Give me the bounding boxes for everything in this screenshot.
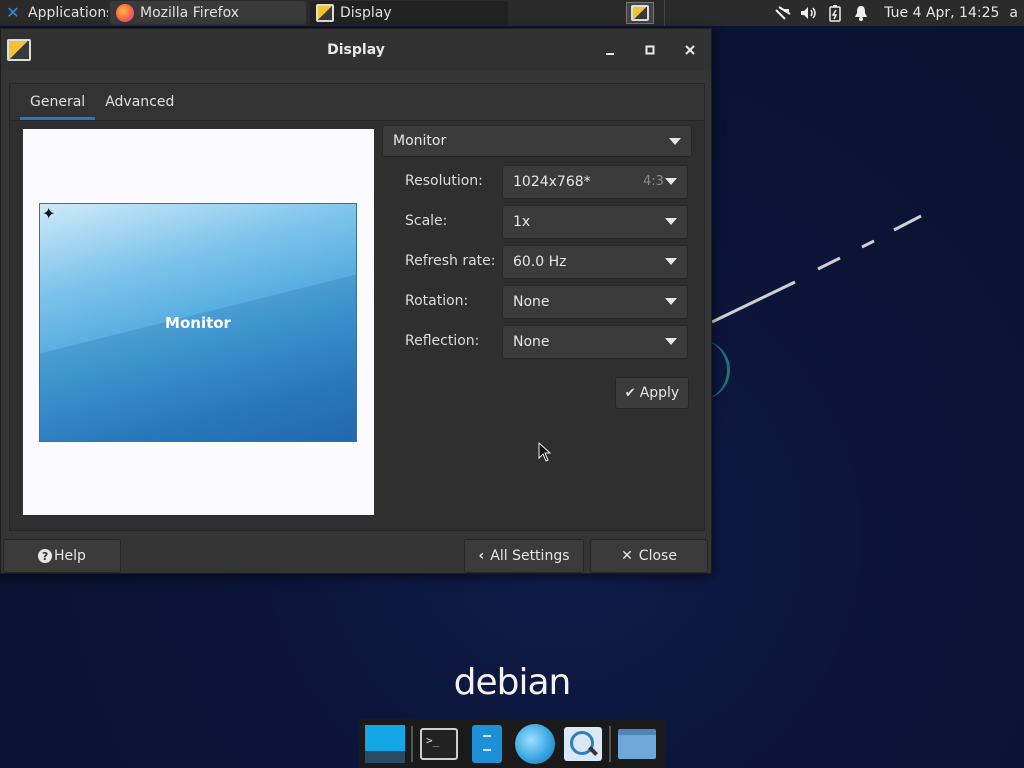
aspect-ratio-hint: 4:3 [643, 174, 664, 189]
tab-general[interactable]: General [20, 86, 96, 120]
chevron-down-icon [665, 338, 677, 345]
dock-terminal[interactable]: >_ [416, 721, 462, 767]
chevron-down-icon [669, 138, 681, 145]
workspace-switcher[interactable] [626, 2, 654, 24]
maximize-icon [645, 45, 655, 55]
close-icon [685, 45, 695, 55]
resolution-row: Resolution: 1024x768* 4:3 [405, 165, 695, 199]
close-button[interactable]: ✕ Close [590, 539, 708, 573]
dock-show-desktop[interactable] [362, 721, 408, 767]
taskbar-item-label: Display [340, 5, 392, 21]
rotation-dropdown[interactable]: None [502, 285, 688, 319]
settings-notebook: General Advanced ✦ Monitor Monitor Resol… [9, 83, 705, 531]
all-settings-button-label: All Settings [490, 548, 570, 564]
close-button-label: Close [638, 548, 677, 564]
debian-logo: debian [453, 662, 572, 703]
display-settings-icon [316, 4, 334, 22]
network-icon[interactable] [772, 0, 794, 26]
monitor-select[interactable]: Monitor [382, 125, 692, 157]
maximize-button[interactable] [638, 39, 662, 61]
chevron-down-icon [665, 298, 677, 305]
help-button[interactable]: ? Help [3, 539, 121, 573]
dock-web-browser[interactable] [512, 721, 558, 767]
monitor-select-value: Monitor [393, 133, 447, 149]
dock-separator [609, 725, 611, 762]
checkmark-icon: ✔ [624, 385, 636, 401]
chevron-down-icon [665, 258, 677, 265]
panel-clock[interactable]: Tue 4 Apr, 14:25 [884, 5, 999, 21]
monitor-preview-label: Monitor [165, 314, 231, 332]
resolution-label: Resolution: [405, 173, 483, 189]
apply-button[interactable]: ✔ Apply [615, 377, 689, 409]
all-settings-button[interactable]: ‹ All Settings [464, 539, 584, 573]
rotation-label: Rotation: [405, 293, 469, 309]
window-titlebar[interactable]: Display [1, 29, 711, 71]
battery-icon[interactable] [824, 0, 846, 26]
taskbar-item-display[interactable]: Display [310, 1, 508, 25]
rotation-row: Rotation: None [405, 285, 695, 319]
chevron-down-icon [665, 178, 677, 185]
chevron-left-icon: ‹ [478, 548, 485, 564]
primary-display-star-icon: ✦ [42, 204, 56, 223]
refresh-rate-row: Refresh rate: 60.0 Hz [405, 245, 695, 279]
display-settings-window: Display General Advanced ✦ Monitor Monit… [0, 28, 712, 574]
scale-row: Scale: 1x [405, 205, 695, 239]
xfce-logo-icon: ✕ [6, 3, 20, 22]
dock-panel: >_ [359, 719, 665, 768]
panel-separator [664, 0, 665, 26]
help-icon: ? [38, 549, 53, 563]
taskbar-item-label: Mozilla Firefox [140, 5, 240, 21]
general-tab-panel: ✦ Monitor Monitor Resolution: 1024x768* … [10, 120, 704, 530]
resolution-dropdown[interactable]: 1024x768* 4:3 [502, 165, 688, 199]
mouse-pointer-icon [538, 442, 552, 462]
close-icon: ✕ [621, 548, 633, 564]
reflection-dropdown[interactable]: None [502, 325, 688, 359]
reflection-row: Reflection: None [405, 325, 695, 359]
dock-home-folder[interactable] [614, 721, 660, 767]
apply-button-label: Apply [639, 385, 680, 401]
chevron-down-icon [665, 218, 677, 225]
applications-menu-label: Applications [28, 5, 108, 21]
tab-advanced[interactable]: Advanced [95, 86, 184, 120]
user-menu[interactable]: a [1009, 5, 1018, 21]
volume-icon[interactable] [798, 0, 820, 26]
refresh-rate-label: Refresh rate: [405, 253, 496, 269]
firefox-icon [116, 4, 134, 22]
refresh-rate-dropdown[interactable]: 60.0 Hz [502, 245, 688, 279]
resolution-value: 1024x768* [513, 174, 591, 190]
system-tray: Tue 4 Apr, 14:25 a [770, 0, 1024, 26]
minimize-icon [606, 53, 614, 55]
notification-bell-icon[interactable] [850, 0, 872, 26]
dock-file-manager[interactable] [464, 721, 510, 767]
web-browser-globe-icon [515, 723, 555, 764]
window-close-button[interactable] [678, 39, 702, 61]
help-button-label: Help [54, 548, 86, 564]
taskbar-item-firefox[interactable]: Mozilla Firefox [110, 1, 306, 25]
search-icon [564, 726, 602, 761]
folder-icon [618, 728, 656, 759]
reflection-label: Reflection: [405, 333, 480, 349]
file-cabinet-icon [472, 724, 502, 763]
scale-label: Scale: [405, 213, 448, 229]
display-settings-icon [631, 5, 649, 21]
top-panel: ✕ Applications Mozilla Firefox Display T… [0, 0, 1024, 26]
scale-value: 1x [513, 214, 531, 230]
tab-bar: General Advanced [10, 84, 704, 120]
dock-separator [411, 725, 413, 762]
monitor-layout-preview: ✦ Monitor [23, 129, 374, 515]
reflection-value: None [513, 334, 550, 350]
refresh-rate-value: 60.0 Hz [513, 254, 567, 270]
scale-dropdown[interactable]: 1x [502, 205, 688, 239]
monitor-preview-card[interactable]: ✦ Monitor [39, 203, 357, 442]
dialog-button-bar: ? Help ‹ All Settings ✕ Close [1, 539, 711, 575]
applications-menu-button[interactable]: ✕ Applications [0, 0, 108, 26]
minimize-button[interactable] [598, 39, 622, 61]
terminal-icon: >_ [420, 727, 458, 760]
show-desktop-icon [365, 724, 405, 763]
dock-app-finder[interactable] [560, 721, 606, 767]
rotation-value: None [513, 294, 550, 310]
